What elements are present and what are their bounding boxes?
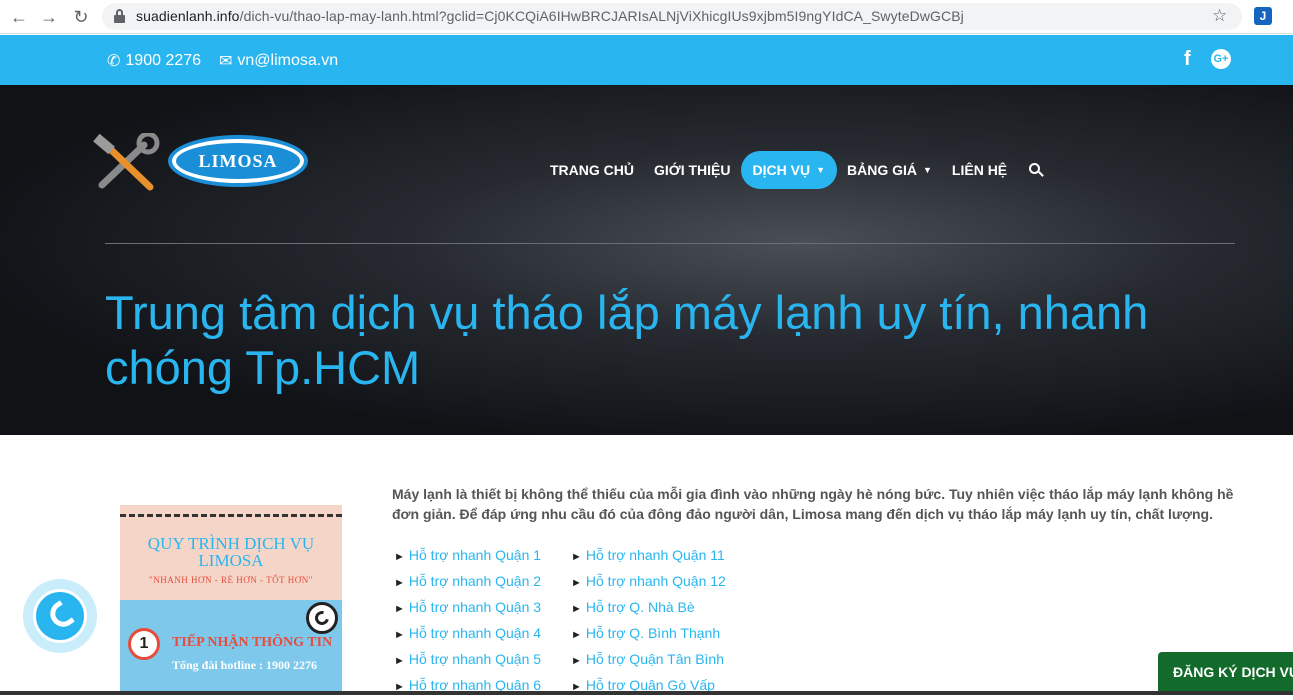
menu-label: TRANG CHỦ bbox=[550, 162, 634, 178]
list-item[interactable]: ► Hỗ trợ Quận Gò Vấp bbox=[571, 674, 726, 700]
email-address: vn@limosa.vn bbox=[237, 52, 339, 69]
link-text[interactable]: Hỗ trợ nhanh Quận 11 bbox=[586, 547, 725, 563]
limosa-logo: LIMOSA bbox=[168, 135, 308, 187]
site-logo[interactable]: LIMOSA bbox=[92, 133, 312, 193]
floating-call-button[interactable] bbox=[23, 579, 97, 653]
district-links-col1: ► Hỗ trợ nhanh Quận 1 ► Hỗ trợ nhanh Quận … bbox=[394, 544, 541, 700]
list-item[interactable]: ► Hỗ trợ Q. Nhà Bè bbox=[571, 596, 726, 622]
link-text[interactable]: Hỗ trợ Q. Bình Thạnh bbox=[586, 625, 720, 641]
page-title: Trung tâm dịch vụ tháo lắp máy lạnh uy t… bbox=[105, 286, 1149, 394]
link-text[interactable]: Hỗ trợ nhanh Quận 4 bbox=[409, 625, 541, 641]
arrow-right-icon: ► bbox=[394, 655, 405, 667]
district-links-col2: ► Hỗ trợ nhanh Quận 11 ► Hỗ trợ nhanh Quận… bbox=[571, 544, 726, 700]
phone-icon: ✆ bbox=[107, 53, 121, 70]
menu-label: BẢNG GIÁ bbox=[847, 162, 917, 178]
link-text[interactable]: Hỗ trợ nhanh Quận 1 bbox=[409, 547, 541, 563]
arrow-right-icon: ► bbox=[571, 603, 582, 615]
google-plus-icon[interactable]: G+ bbox=[1211, 49, 1231, 69]
envelope-icon: ✉ bbox=[219, 53, 233, 70]
banner-title: QUY TRÌNH DỊCH VỤ LIMOSA bbox=[147, 534, 315, 570]
link-text[interactable]: Hỗ trợ Q. Nhà Bè bbox=[586, 599, 695, 615]
phone-number: 1900 2276 bbox=[125, 52, 202, 69]
intro-paragraph: Máy lạnh là thiết bị không thể thiếu của… bbox=[392, 486, 1234, 522]
browser-address-bar: ← → ↻ suadienlanh.info/dich-vu/thao-lap-… bbox=[0, 0, 1293, 34]
lock-icon bbox=[114, 9, 125, 23]
arrow-right-icon: ► bbox=[571, 655, 582, 667]
phone-icon bbox=[45, 600, 75, 632]
chevron-down-icon: ▼ bbox=[923, 165, 932, 175]
hero-divider bbox=[105, 243, 1235, 244]
list-item[interactable]: ► Hỗ trợ nhanh Quận 4 bbox=[394, 622, 541, 648]
chevron-down-icon: ▼ bbox=[816, 165, 825, 175]
step-title: TIẾP NHẬN THÔNG TIN bbox=[172, 635, 333, 650]
menu-item-trang-chu[interactable]: TRANG CHỦ bbox=[540, 151, 644, 189]
list-item[interactable]: ► Hỗ trợ nhanh Quận 3 bbox=[394, 596, 541, 622]
register-service-button[interactable]: ĐĂNG KÝ DỊCH VỤ bbox=[1158, 652, 1293, 692]
arrow-right-icon: ► bbox=[571, 629, 582, 641]
list-item[interactable]: ► Hỗ trợ nhanh Quận 5 bbox=[394, 648, 541, 674]
menu-label: LIÊN HỆ bbox=[951, 162, 1008, 178]
arrow-right-icon: ► bbox=[571, 551, 582, 563]
hero-section: LIMOSA TRANG CHỦ GIỚI THIỆU DỊCH VỤ ▼ BẢN… bbox=[0, 85, 1293, 435]
arrow-right-icon: ► bbox=[394, 629, 405, 641]
menu-item-bang-gia[interactable]: BẢNG GIÁ ▼ bbox=[837, 151, 942, 189]
search-icon[interactable] bbox=[1029, 163, 1044, 177]
bottom-edge bbox=[0, 691, 1293, 695]
whatsapp-icon[interactable] bbox=[306, 602, 338, 634]
main-menu: TRANG CHỦ GIỚI THIỆU DỊCH VỤ ▼ BẢNG GIÁ ▼ … bbox=[540, 151, 1044, 189]
list-item[interactable]: ► Hỗ trợ nhanh Quận 1 bbox=[394, 544, 541, 570]
phone-contact[interactable]: ✆ 1900 2276 bbox=[107, 51, 201, 71]
top-contact-bar: ✆ 1900 2276 ✉ vn@limosa.vn f G+ bbox=[0, 35, 1293, 85]
facebook-icon[interactable]: f bbox=[1184, 48, 1191, 71]
banner-slogan: "NHANH HƠN - RẺ HƠN - TỐT HƠN" bbox=[149, 575, 313, 585]
arrow-right-icon: ► bbox=[394, 551, 405, 563]
list-item[interactable]: ► Hỗ trợ nhanh Quận 12 bbox=[571, 570, 726, 596]
list-item[interactable]: ► Hỗ trợ Quận Tân Bình bbox=[571, 648, 726, 674]
url-field[interactable]: suadienlanh.info/dich-vu/thao-lap-may-la… bbox=[102, 3, 1242, 30]
menu-item-dich-vu[interactable]: DỊCH VỤ ▼ bbox=[740, 151, 837, 189]
arrow-right-icon: ► bbox=[571, 577, 582, 589]
link-text[interactable]: Hỗ trợ nhanh Quận 3 bbox=[409, 599, 541, 615]
link-text[interactable]: Hỗ trợ nhanh Quận 12 bbox=[586, 573, 726, 589]
email-contact[interactable]: ✉ vn@limosa.vn bbox=[219, 51, 338, 71]
step-number: 1 bbox=[128, 628, 160, 660]
menu-item-lien-he[interactable]: LIÊN HỆ bbox=[942, 151, 1017, 189]
menu-label: GIỚI THIỆU bbox=[654, 162, 731, 178]
link-text[interactable]: Hỗ trợ nhanh Quận 2 bbox=[409, 573, 541, 589]
reload-icon[interactable]: ↻ bbox=[70, 6, 92, 28]
tools-icon bbox=[93, 133, 160, 191]
service-process-banner: QUY TRÌNH DỊCH VỤ LIMOSA "NHANH HƠN - RẺ… bbox=[120, 505, 342, 695]
link-text[interactable]: Hỗ trợ Quận Tân Bình bbox=[586, 651, 724, 667]
back-arrow-icon[interactable]: ← bbox=[8, 6, 30, 28]
list-item[interactable]: ► Hỗ trợ nhanh Quận 6 bbox=[394, 674, 541, 700]
list-item[interactable]: ► Hỗ trợ Q. Bình Thạnh bbox=[571, 622, 726, 648]
menu-item-gioi-thieu[interactable]: GIỚI THIỆU bbox=[644, 151, 741, 189]
extension-icon[interactable]: J bbox=[1254, 7, 1272, 25]
forward-arrow-icon[interactable]: → bbox=[38, 6, 60, 28]
bookmark-star-icon[interactable]: ☆ bbox=[1212, 6, 1227, 26]
url-text: suadienlanh.info/dich-vu/thao-lap-may-la… bbox=[136, 8, 964, 24]
menu-label: DỊCH VỤ bbox=[752, 162, 811, 178]
list-item[interactable]: ► Hỗ trợ nhanh Quận 11 bbox=[571, 544, 726, 570]
link-text[interactable]: Hỗ trợ nhanh Quận 5 bbox=[409, 651, 541, 667]
banner-hotline: Tổng đài hotline : 1900 2276 bbox=[172, 658, 318, 672]
list-item[interactable]: ► Hỗ trợ nhanh Quận 2 bbox=[394, 570, 541, 596]
arrow-right-icon: ► bbox=[394, 577, 405, 589]
arrow-right-icon: ► bbox=[394, 603, 405, 615]
logo-text: LIMOSA bbox=[198, 150, 278, 171]
